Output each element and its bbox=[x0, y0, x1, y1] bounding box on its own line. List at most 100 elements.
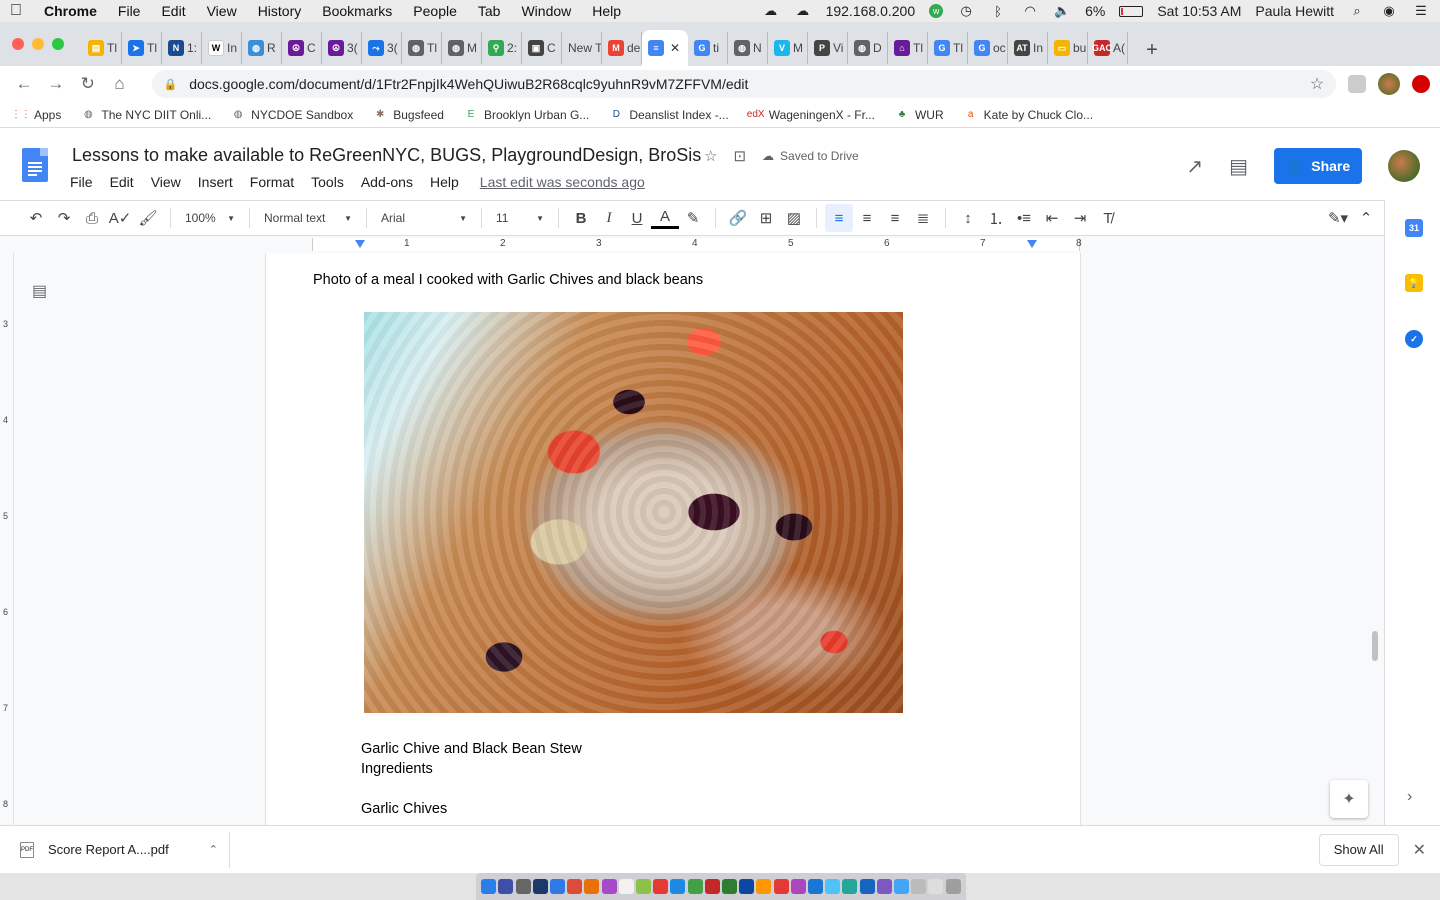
dock-app-icon[interactable] bbox=[893, 879, 909, 894]
zoom-window-button[interactable] bbox=[52, 38, 64, 50]
close-shelf-icon[interactable]: ✕ bbox=[1413, 840, 1426, 860]
volume-icon[interactable]: 🔈 bbox=[1053, 3, 1071, 18]
zoom-select[interactable]: 100% ▼ bbox=[179, 204, 241, 232]
tab[interactable]: ⌂ Tl bbox=[888, 32, 928, 64]
chevron-right-icon[interactable]: › bbox=[1407, 788, 1412, 806]
document-page[interactable]: Photo of a meal I cooked with Garlic Chi… bbox=[265, 253, 1081, 825]
last-edit-link[interactable]: Last edit was seconds ago bbox=[480, 174, 645, 190]
profile-avatar-small[interactable] bbox=[1378, 73, 1401, 95]
tab[interactable]: ◍ N bbox=[728, 32, 768, 64]
tab-active[interactable]: ≡ ✕ bbox=[642, 30, 688, 66]
dock-app-icon[interactable] bbox=[756, 879, 772, 894]
collapse-menu-chevron-up-icon[interactable]: ⌃ bbox=[1352, 204, 1380, 232]
docs-menu-addons[interactable]: Add-ons bbox=[361, 174, 413, 190]
italic-icon[interactable]: I bbox=[595, 204, 623, 232]
menu-bookmarks[interactable]: Bookmarks bbox=[322, 3, 392, 19]
tab[interactable]: ◍ M bbox=[442, 32, 482, 64]
document-outline-icon[interactable]: ▤ bbox=[32, 281, 52, 301]
bookmark-item[interactable]: D Deanslist Index -... bbox=[609, 108, 729, 122]
saved-status[interactable]: ☁ Saved to Drive bbox=[762, 149, 859, 163]
docs-menu-view[interactable]: View bbox=[151, 174, 181, 190]
tab[interactable]: ◍ R bbox=[242, 32, 282, 64]
calendar-icon[interactable]: 31 bbox=[1405, 219, 1423, 237]
bookmark-item[interactable]: ◍ The NYC DIIT Onli... bbox=[81, 108, 211, 122]
bookmark-item[interactable]: edX WageningenX - Fr... bbox=[747, 108, 875, 122]
explore-button[interactable]: ✦ bbox=[1330, 780, 1368, 818]
apple-icon[interactable]:  bbox=[10, 3, 26, 19]
bookmark-item[interactable]: ◍ NYCDOE Sandbox bbox=[231, 108, 353, 122]
vertical-scrollbar-thumb[interactable] bbox=[1372, 631, 1378, 661]
tab[interactable]: Mde bbox=[602, 32, 642, 64]
extension-red-icon[interactable] bbox=[1412, 75, 1430, 93]
menu-edit[interactable]: Edit bbox=[161, 3, 185, 19]
forward-arrow-icon[interactable]: → bbox=[42, 70, 70, 98]
clear-formatting-icon[interactable]: T̸ bbox=[1094, 204, 1122, 232]
paint-format-icon[interactable]: 🖌 bbox=[134, 204, 162, 232]
align-center-icon[interactable]: ≡ bbox=[853, 204, 881, 232]
dock-app-icon[interactable] bbox=[584, 879, 600, 894]
menu-app-name[interactable]: Chrome bbox=[44, 3, 97, 19]
tab[interactable]: ⚲ 2: bbox=[482, 32, 522, 64]
show-all-button[interactable]: Show All bbox=[1318, 833, 1399, 866]
dock-app-icon[interactable] bbox=[618, 879, 634, 894]
dock-app-icon[interactable] bbox=[807, 879, 823, 894]
clock[interactable]: Sat 10:53 AM bbox=[1157, 3, 1241, 19]
ingredients-heading[interactable]: Ingredients bbox=[361, 761, 433, 777]
undo-icon[interactable]: ↶ bbox=[22, 204, 50, 232]
tab[interactable]: ☮ C bbox=[282, 32, 322, 64]
dock-app-icon[interactable] bbox=[498, 879, 514, 894]
tab[interactable]: AT In bbox=[1008, 32, 1048, 64]
move-folder-icon[interactable]: ⊡ bbox=[733, 147, 746, 165]
dock-app-icon[interactable] bbox=[567, 879, 583, 894]
dock-app-icon[interactable] bbox=[721, 879, 737, 894]
bookmark-item[interactable]: a Kate by Chuck Clo... bbox=[964, 108, 1093, 122]
tab[interactable]: ⤳ 3( bbox=[362, 32, 402, 64]
horizontal-ruler[interactable]: 1 2 3 4 5 6 7 8 bbox=[0, 236, 1384, 253]
insert-image-icon[interactable]: ▨ bbox=[780, 204, 808, 232]
docs-menu-insert[interactable]: Insert bbox=[198, 174, 233, 190]
editing-mode-pencil-icon[interactable]: ✎▾ bbox=[1324, 204, 1352, 232]
right-indent-marker[interactable] bbox=[1027, 240, 1037, 248]
insert-link-icon[interactable]: 🔗 bbox=[724, 204, 752, 232]
spotlight-search-icon[interactable]: ⌕ bbox=[1348, 3, 1366, 18]
dock-app-icon[interactable] bbox=[842, 879, 858, 894]
wifi-icon[interactable]: ◠ bbox=[1021, 3, 1039, 18]
tab[interactable]: ▭ bu bbox=[1048, 32, 1088, 64]
left-indent-marker[interactable] bbox=[355, 240, 365, 248]
star-icon[interactable]: ☆ bbox=[704, 147, 717, 165]
photo-caption[interactable]: Photo of a meal I cooked with Garlic Chi… bbox=[313, 272, 703, 288]
bold-icon[interactable]: B bbox=[567, 204, 595, 232]
cloud-icon[interactable]: ☁ bbox=[762, 3, 780, 18]
dock-app-icon[interactable] bbox=[911, 879, 927, 894]
font-size-select[interactable]: 11 ▼ bbox=[490, 204, 550, 232]
dock-app-icon[interactable] bbox=[876, 879, 892, 894]
back-arrow-icon[interactable]: ← bbox=[10, 70, 38, 98]
dock-app-icon[interactable] bbox=[532, 879, 548, 894]
font-select[interactable]: Arial ▼ bbox=[375, 204, 473, 232]
bookmark-item[interactable]: ♣ WUR bbox=[895, 108, 944, 122]
tab[interactable]: GAC A( bbox=[1088, 32, 1128, 64]
dock-app-icon[interactable] bbox=[670, 879, 686, 894]
dock-app-icon[interactable] bbox=[773, 879, 789, 894]
tab[interactable]: ☮ 3( bbox=[322, 32, 362, 64]
align-right-icon[interactable]: ≡ bbox=[881, 204, 909, 232]
dock-app-icon[interactable] bbox=[945, 879, 961, 894]
lock-icon[interactable]: 🔒 bbox=[164, 78, 178, 91]
menu-view[interactable]: View bbox=[207, 3, 237, 19]
docs-menu-format[interactable]: Format bbox=[250, 174, 294, 190]
menu-tab[interactable]: Tab bbox=[478, 3, 501, 19]
close-tab-icon[interactable]: ✕ bbox=[670, 41, 680, 55]
spellcheck-icon[interactable]: A✓ bbox=[106, 204, 134, 232]
dock-app-icon[interactable] bbox=[601, 879, 617, 894]
minimize-window-button[interactable] bbox=[32, 38, 44, 50]
bookmark-item[interactable]: E Brooklyn Urban G... bbox=[464, 108, 590, 122]
time-machine-icon[interactable]: ◷ bbox=[957, 3, 975, 18]
tab[interactable]: P Vi bbox=[808, 32, 848, 64]
ingredient-item[interactable]: Garlic Chives bbox=[361, 801, 447, 817]
line-spacing-icon[interactable]: ↕ bbox=[954, 204, 982, 232]
dock-app-icon[interactable] bbox=[653, 879, 669, 894]
siri-icon[interactable]: ◉ bbox=[1380, 3, 1398, 18]
comments-icon[interactable]: ▤ bbox=[1229, 154, 1248, 179]
align-justify-icon[interactable]: ≣ bbox=[909, 204, 937, 232]
notification-center-icon[interactable]: ☰ bbox=[1412, 3, 1430, 18]
